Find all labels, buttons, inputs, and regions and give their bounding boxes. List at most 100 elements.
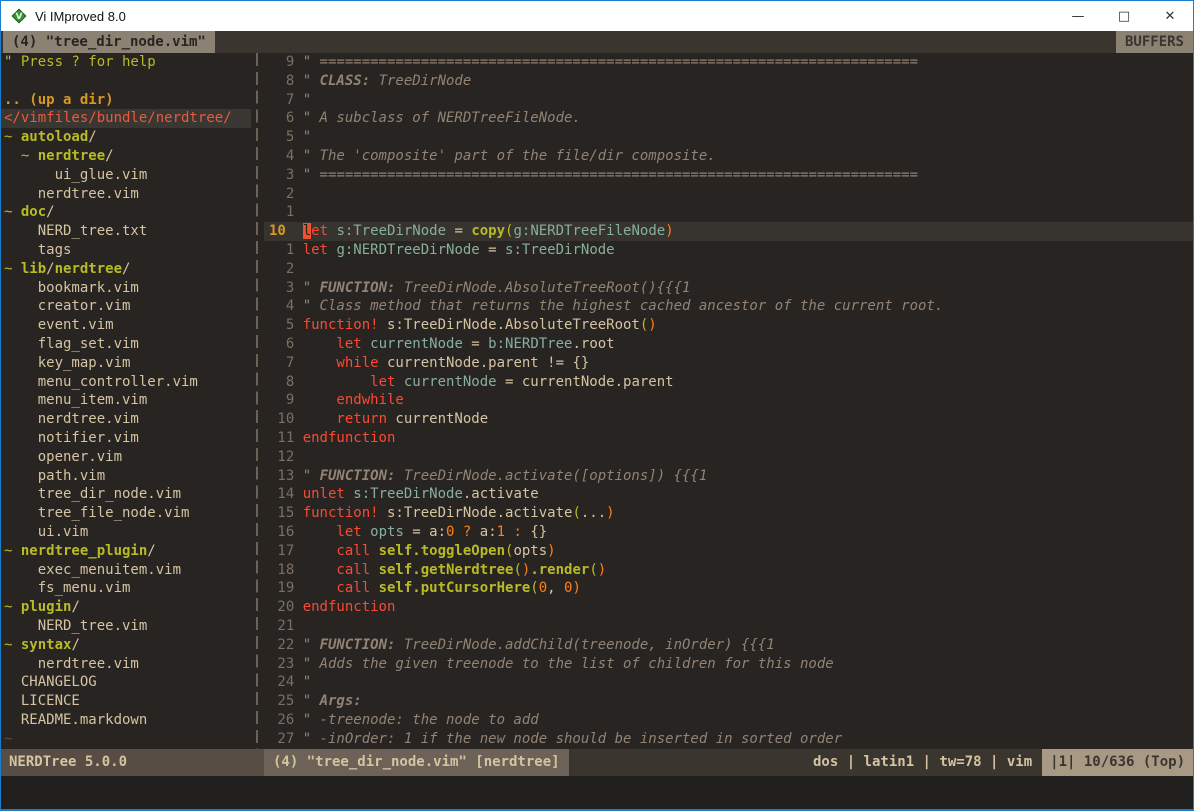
tree-item[interactable]: README.markdown bbox=[4, 711, 251, 730]
tree-item[interactable]: tags bbox=[4, 241, 251, 260]
code-line[interactable]: 5function! s:TreeDirNode.AbsoluteTreeRoo… bbox=[269, 316, 1193, 335]
line-number: 1 bbox=[269, 241, 294, 260]
code-line[interactable]: 19 call self.putCursorHere(0, 0) bbox=[269, 579, 1193, 598]
tree-item[interactable]: .. (up a dir) bbox=[4, 91, 251, 110]
tree-item[interactable]: fs_menu.vim bbox=[4, 579, 251, 598]
code-line[interactable]: 18 call self.getNerdtree().render() bbox=[269, 561, 1193, 580]
code-token: let bbox=[370, 374, 395, 390]
code-token bbox=[303, 355, 337, 371]
code-token: opts bbox=[513, 543, 547, 559]
code-line[interactable]: 2 bbox=[269, 260, 1193, 279]
code-line[interactable]: 27" -inOrder: 1 if the new node should b… bbox=[269, 730, 1193, 749]
code-line[interactable]: 6 let currentNode = b:NERDTree.root bbox=[269, 335, 1193, 354]
code-line[interactable]: 9 endwhile bbox=[269, 391, 1193, 410]
code-line[interactable]: 16 let opts = a:0 ? a:1 : {} bbox=[269, 523, 1193, 542]
code-token: " bbox=[303, 73, 320, 89]
tree-item[interactable]: ~ syntax/ bbox=[4, 636, 251, 655]
code-line[interactable]: 25" Args: bbox=[269, 692, 1193, 711]
code-token: ~ bbox=[4, 129, 21, 145]
command-line[interactable] bbox=[1, 776, 1193, 809]
code-line[interactable]: 22" FUNCTION: TreeDirNode.addChild(treen… bbox=[269, 636, 1193, 655]
tab-tree-dir-node[interactable]: (4) "tree_dir_node.vim" bbox=[3, 31, 215, 53]
code-token: 1 bbox=[497, 524, 505, 540]
code-line[interactable]: 7 while currentNode.parent != {} bbox=[269, 354, 1193, 373]
tree-item[interactable]: ~ nerdtree/ bbox=[4, 147, 251, 166]
nerdtree-root-item[interactable]: </vimfiles/bundle/nerdtree/ bbox=[1, 109, 251, 128]
tree-item[interactable]: flag_set.vim bbox=[4, 335, 251, 354]
tree-item[interactable]: ~ nerdtree_plugin/ bbox=[4, 542, 251, 561]
code-line[interactable]: 10 return currentNode bbox=[269, 410, 1193, 429]
code-line[interactable]: 15function! s:TreeDirNode.activate(...) bbox=[269, 504, 1193, 523]
tree-item[interactable]: NERD_tree.txt bbox=[4, 222, 251, 241]
code-line[interactable]: 17 call self.toggleOpen(opts) bbox=[269, 542, 1193, 561]
tree-item[interactable]: ~ doc/ bbox=[4, 203, 251, 222]
tree-item[interactable]: path.vim bbox=[4, 467, 251, 486]
tree-item[interactable]: bookmark.vim bbox=[4, 279, 251, 298]
code-line[interactable]: 4" Class method that returns the highest… bbox=[269, 297, 1193, 316]
tabline-fill bbox=[215, 31, 1116, 53]
code-token: , bbox=[547, 580, 564, 596]
code-line[interactable]: 4" The 'composite' part of the file/dir … bbox=[269, 147, 1193, 166]
tree-item[interactable]: nerdtree.vim bbox=[4, 185, 251, 204]
code-line[interactable]: 10let s:TreeDirNode = copy(g:NERDTreeFil… bbox=[264, 222, 1193, 241]
code-line[interactable]: 11endfunction bbox=[269, 429, 1193, 448]
tree-item[interactable]: key_map.vim bbox=[4, 354, 251, 373]
code-token: nerdtree.vim bbox=[4, 186, 139, 202]
tree-item[interactable]: ~ lib/nerdtree/ bbox=[4, 260, 251, 279]
code-token: opener.vim bbox=[4, 449, 122, 465]
tree-item[interactable]: creator.vim bbox=[4, 297, 251, 316]
tree-item[interactable] bbox=[4, 72, 251, 91]
tree-item[interactable]: ui_glue.vim bbox=[4, 166, 251, 185]
tree-item[interactable]: ~ bbox=[4, 730, 251, 749]
code-line[interactable]: 26" -treenode: the node to add bbox=[269, 711, 1193, 730]
code-line[interactable]: 13" FUNCTION: TreeDirNode.activate([opti… bbox=[269, 467, 1193, 486]
minimize-button[interactable]: — bbox=[1055, 1, 1101, 31]
window-controls: — □ ✕ bbox=[1055, 1, 1193, 31]
tree-item[interactable]: " Press ? for help bbox=[4, 53, 251, 72]
code-line[interactable]: 23" Adds the given treenode to the list … bbox=[269, 655, 1193, 674]
code-line[interactable]: 3" =====================================… bbox=[269, 166, 1193, 185]
tree-item[interactable]: nerdtree.vim bbox=[4, 655, 251, 674]
close-button[interactable]: ✕ bbox=[1147, 1, 1193, 31]
tree-item[interactable]: ui.vim bbox=[4, 523, 251, 542]
code-token: lib bbox=[21, 261, 46, 277]
editor-lines: 9" =====================================… bbox=[264, 53, 1193, 749]
tree-item[interactable]: NERD_tree.vim bbox=[4, 617, 251, 636]
tree-item[interactable]: menu_item.vim bbox=[4, 391, 251, 410]
code-token: autoload bbox=[21, 129, 88, 145]
line-number: 23 bbox=[269, 655, 294, 674]
tree-item[interactable]: opener.vim bbox=[4, 448, 251, 467]
code-token: ui.vim bbox=[4, 524, 88, 540]
code-token: " -inOrder: 1 if the new node should be … bbox=[303, 731, 842, 747]
tree-item[interactable]: LICENCE bbox=[4, 692, 251, 711]
tree-item[interactable]: tree_file_node.vim bbox=[4, 504, 251, 523]
tree-item[interactable]: menu_controller.vim bbox=[4, 373, 251, 392]
code-line[interactable]: 7" bbox=[269, 91, 1193, 110]
code-line[interactable]: 12 bbox=[269, 448, 1193, 467]
code-token bbox=[303, 336, 337, 352]
tree-item[interactable]: nerdtree.vim bbox=[4, 410, 251, 429]
code-line[interactable]: 21 bbox=[269, 617, 1193, 636]
code-line[interactable]: 8 let currentNode = currentNode.parent bbox=[269, 373, 1193, 392]
tree-item[interactable]: exec_menuitem.vim bbox=[4, 561, 251, 580]
tree-item[interactable]: event.vim bbox=[4, 316, 251, 335]
line-number: 1 bbox=[269, 203, 294, 222]
code-line[interactable]: 8" CLASS: TreeDirNode bbox=[269, 72, 1193, 91]
code-line[interactable]: 24" bbox=[269, 673, 1193, 692]
code-line[interactable]: 14unlet s:TreeDirNode.activate bbox=[269, 485, 1193, 504]
code-line[interactable]: 1 bbox=[269, 203, 1193, 222]
tree-item[interactable]: tree_dir_node.vim bbox=[4, 485, 251, 504]
code-line[interactable]: 20endfunction bbox=[269, 598, 1193, 617]
tree-item[interactable]: notifier.vim bbox=[4, 429, 251, 448]
code-line[interactable]: 5" bbox=[269, 128, 1193, 147]
tree-item[interactable]: CHANGELOG bbox=[4, 673, 251, 692]
tree-item[interactable]: ~ autoload/ bbox=[4, 128, 251, 147]
code-line[interactable]: 1let g:NERDTreeDirNode = s:TreeDirNode bbox=[269, 241, 1193, 260]
window-separator[interactable] bbox=[251, 53, 264, 749]
code-line[interactable]: 9" =====================================… bbox=[269, 53, 1193, 72]
tree-item[interactable]: ~ plugin/ bbox=[4, 598, 251, 617]
code-line[interactable]: 2 bbox=[269, 185, 1193, 204]
maximize-button[interactable]: □ bbox=[1101, 1, 1147, 31]
code-line[interactable]: 3" FUNCTION: TreeDirNode.AbsoluteTreeRoo… bbox=[269, 279, 1193, 298]
code-line[interactable]: 6" A subclass of NERDTreeFileNode. bbox=[269, 109, 1193, 128]
